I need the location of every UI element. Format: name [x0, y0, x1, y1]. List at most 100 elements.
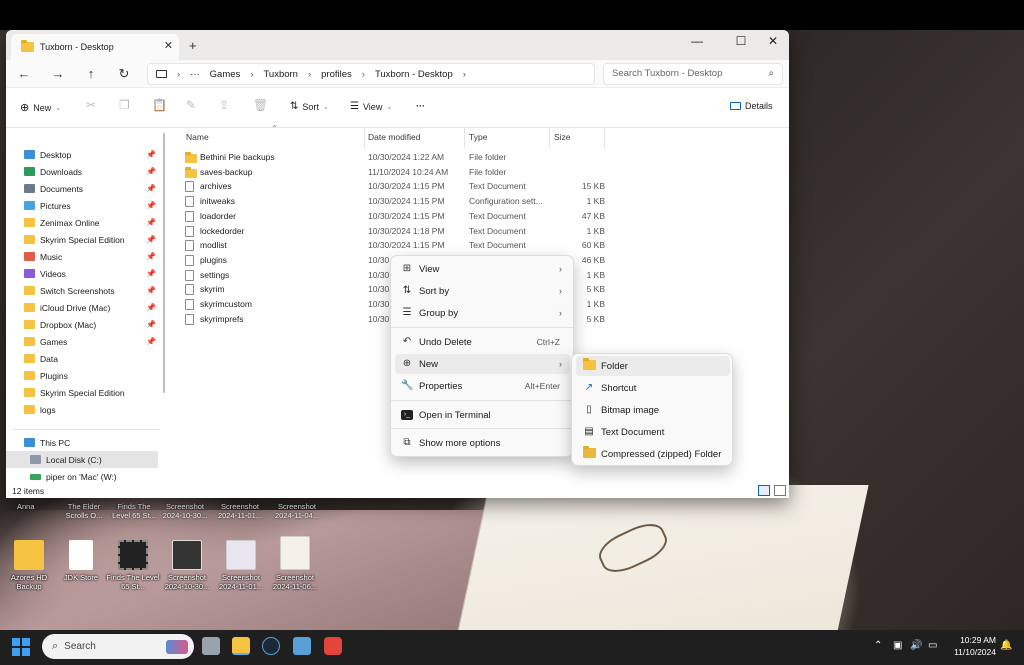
maximize-button[interactable]: ☐ — [726, 34, 756, 48]
new-button[interactable]: ⊕ New ⌄ — [20, 101, 61, 114]
close-window-button[interactable]: ✕ — [758, 34, 788, 48]
column-divider[interactable] — [604, 128, 605, 148]
share-icon[interactable]: ⇪ — [219, 98, 229, 112]
file-row[interactable]: loadorder 10/30/2024 1:15 PM Text Docume… — [185, 210, 615, 224]
menu-item-show-more[interactable]: ⧉ Show more options — [395, 433, 570, 453]
steam-icon[interactable] — [262, 637, 280, 655]
back-button[interactable]: ← — [14, 66, 34, 81]
column-header-type[interactable]: Type — [469, 132, 487, 146]
column-header-date[interactable]: Date modified — [368, 132, 420, 146]
monitor-icon[interactable] — [156, 70, 167, 78]
taskbar-search[interactable]: ⌕ Search — [42, 634, 194, 659]
breadcrumb-profiles[interactable]: profiles — [321, 69, 352, 80]
desktop-icon-azores[interactable]: Azores HD Backup — [0, 540, 58, 591]
sidebar-item-data[interactable]: Data — [6, 350, 158, 367]
sidebar-item-skyrim[interactable]: Skyrim Special Edition 📌 — [6, 231, 158, 248]
tab-tuxborn-desktop[interactable]: Tuxborn - Desktop ✕ — [11, 34, 179, 60]
notification-bell-icon[interactable]: 🔔 — [1000, 640, 1012, 651]
new-tab-button[interactable]: + — [189, 38, 197, 53]
menu-item-sort-by[interactable]: ⇅ Sort by › — [395, 281, 570, 301]
sidebar-item-local-disk[interactable]: Local Disk (C:) — [6, 451, 158, 468]
breadcrumb-games[interactable]: Games — [210, 69, 241, 80]
submenu-item-shortcut[interactable]: ↗ Shortcut — [576, 378, 730, 398]
sidebar-item-desktop[interactable]: Desktop 📌 — [6, 146, 158, 163]
breadcrumb-more[interactable]: ··· — [190, 69, 200, 80]
file-row[interactable]: initweaks 10/30/2024 1:15 PM Configurati… — [185, 195, 615, 209]
submenu-item-text-document[interactable]: ▤ Text Document — [576, 422, 730, 442]
sidebar-item-skyrim-se[interactable]: Skyrim Special Edition — [6, 384, 158, 401]
desktop-icon-jdk[interactable]: JDK Store — [52, 540, 110, 582]
details-button[interactable]: Details — [730, 101, 773, 111]
battery-icon[interactable]: ▭ — [928, 640, 937, 651]
sidebar-item-dropbox[interactable]: Dropbox (Mac) 📌 — [6, 316, 158, 333]
breadcrumb[interactable]: › ··· Games › Tuxborn › profiles › Tuxbo… — [147, 63, 595, 85]
menu-item-properties[interactable]: 🔧 Properties Alt+Enter — [395, 376, 570, 396]
column-divider[interactable] — [464, 128, 465, 148]
sidebar-item-icloud[interactable]: iCloud Drive (Mac) 📌 — [6, 299, 158, 316]
submenu-item-compressed[interactable]: Compressed (zipped) Folder — [576, 444, 730, 464]
submenu-item-bitmap[interactable]: ▯ Bitmap image — [576, 400, 730, 420]
column-divider[interactable] — [549, 128, 550, 148]
desktop-icon-label[interactable]: Screenshot 2024-11-01... — [214, 502, 266, 520]
sidebar-item-downloads[interactable]: Downloads 📌 — [6, 163, 158, 180]
rename-icon[interactable]: ✎ — [186, 98, 196, 112]
photos-icon[interactable] — [293, 637, 311, 655]
breadcrumb-tuxborn[interactable]: Tuxborn — [263, 69, 298, 80]
desktop-icon-label[interactable]: Finds The Level 65 St... — [110, 502, 158, 520]
network-icon[interactable]: ▣ — [893, 640, 902, 651]
sidebar-item-pictures[interactable]: Pictures 📌 — [6, 197, 158, 214]
chevron-right-icon[interactable]: › — [463, 69, 466, 80]
file-row[interactable]: Bethini Pie backups 10/30/2024 1:22 AM F… — [185, 151, 615, 165]
up-button[interactable]: ↑ — [81, 66, 101, 81]
refresh-button[interactable]: ↻ — [114, 66, 134, 82]
file-row[interactable]: archives 10/30/2024 1:15 PM Text Documen… — [185, 180, 615, 194]
tab-close-icon[interactable]: ✕ — [164, 39, 173, 52]
sidebar-item-games[interactable]: Games 📌 — [6, 333, 158, 350]
sidebar-item-logs[interactable]: logs — [6, 401, 158, 418]
sidebar-item-music[interactable]: Music 📌 — [6, 248, 158, 265]
file-row[interactable]: saves-backup 11/10/2024 10:24 AM File fo… — [185, 166, 615, 180]
paste-icon[interactable]: 📋 — [152, 98, 167, 112]
sidebar-item-plugins[interactable]: Plugins — [6, 367, 158, 384]
sidebar-item-documents[interactable]: Documents 📌 — [6, 180, 158, 197]
menu-item-undo-delete[interactable]: ↶ Undo Delete Ctrl+Z — [395, 332, 570, 352]
desktop-icon-label[interactable]: The Elder Scrolls O... — [62, 502, 106, 520]
desktop-icon-screenshot-2[interactable]: Screenshot 2024-11-01... — [212, 540, 270, 591]
file-row[interactable]: modlist 10/30/2024 1:15 PM Text Document… — [185, 239, 615, 253]
file-explorer-taskbar-icon[interactable] — [232, 637, 250, 655]
desktop-icon-screenshot-1[interactable]: Screenshot 2024-10-30... — [158, 540, 216, 591]
column-divider[interactable] — [364, 128, 365, 148]
column-header-size[interactable]: Size — [554, 132, 571, 146]
breadcrumb-tuxborn-desktop[interactable]: Tuxborn - Desktop — [375, 69, 453, 80]
sidebar-item-switch-screenshots[interactable]: Switch Screenshots 📌 — [6, 282, 158, 299]
desktop-icon-label[interactable]: Screenshot 2024-10-30... — [160, 502, 210, 520]
vivaldi-icon[interactable] — [324, 637, 342, 655]
clock[interactable]: 10:29 AM 11/10/2024 — [946, 634, 996, 658]
task-view-icon[interactable] — [202, 637, 220, 655]
cut-icon[interactable]: ✂ — [86, 98, 96, 112]
sidebar-item-network-drive[interactable]: piper on 'Mac' (W:) — [6, 468, 158, 485]
desktop-icon-video[interactable]: Finds The Level 65 St... — [104, 540, 162, 591]
search-input[interactable]: Search Tuxborn - Desktop ⌕ — [603, 63, 783, 85]
copy-icon[interactable]: ❐ — [119, 98, 130, 112]
menu-item-view[interactable]: ⊞ View › — [395, 259, 570, 279]
sidebar-scrollbar[interactable] — [163, 133, 165, 393]
delete-icon[interactable]: 🗑 — [253, 98, 268, 112]
menu-item-open-terminal[interactable]: ›_ Open in Terminal — [395, 405, 570, 425]
start-button[interactable] — [12, 638, 30, 656]
column-header-name[interactable]: Name — [186, 132, 209, 146]
more-options-button[interactable]: ··· — [416, 101, 425, 111]
tiles-view-icon[interactable] — [774, 485, 786, 496]
desktop-icon-label[interactable]: Anna — [17, 502, 35, 511]
chevron-up-icon[interactable]: ⌃ — [874, 640, 882, 651]
desktop-icon-label[interactable]: Screenshot 2024-11-04... — [270, 502, 324, 520]
minimize-button[interactable]: — — [682, 34, 712, 48]
sort-button[interactable]: ⇅ Sort ⌄ — [290, 101, 329, 112]
details-view-icon[interactable] — [758, 485, 770, 496]
sidebar-item-zenimax[interactable]: Zenimax Online 📌 — [6, 214, 158, 231]
file-row[interactable]: lockedorder 10/30/2024 1:18 PM Text Docu… — [185, 225, 615, 239]
submenu-item-folder[interactable]: Folder — [576, 356, 730, 376]
view-button[interactable]: ☰ View ⌄ — [350, 101, 392, 112]
volume-icon[interactable]: 🔊 — [910, 640, 922, 651]
sidebar-item-this-pc[interactable]: This PC — [6, 434, 158, 451]
